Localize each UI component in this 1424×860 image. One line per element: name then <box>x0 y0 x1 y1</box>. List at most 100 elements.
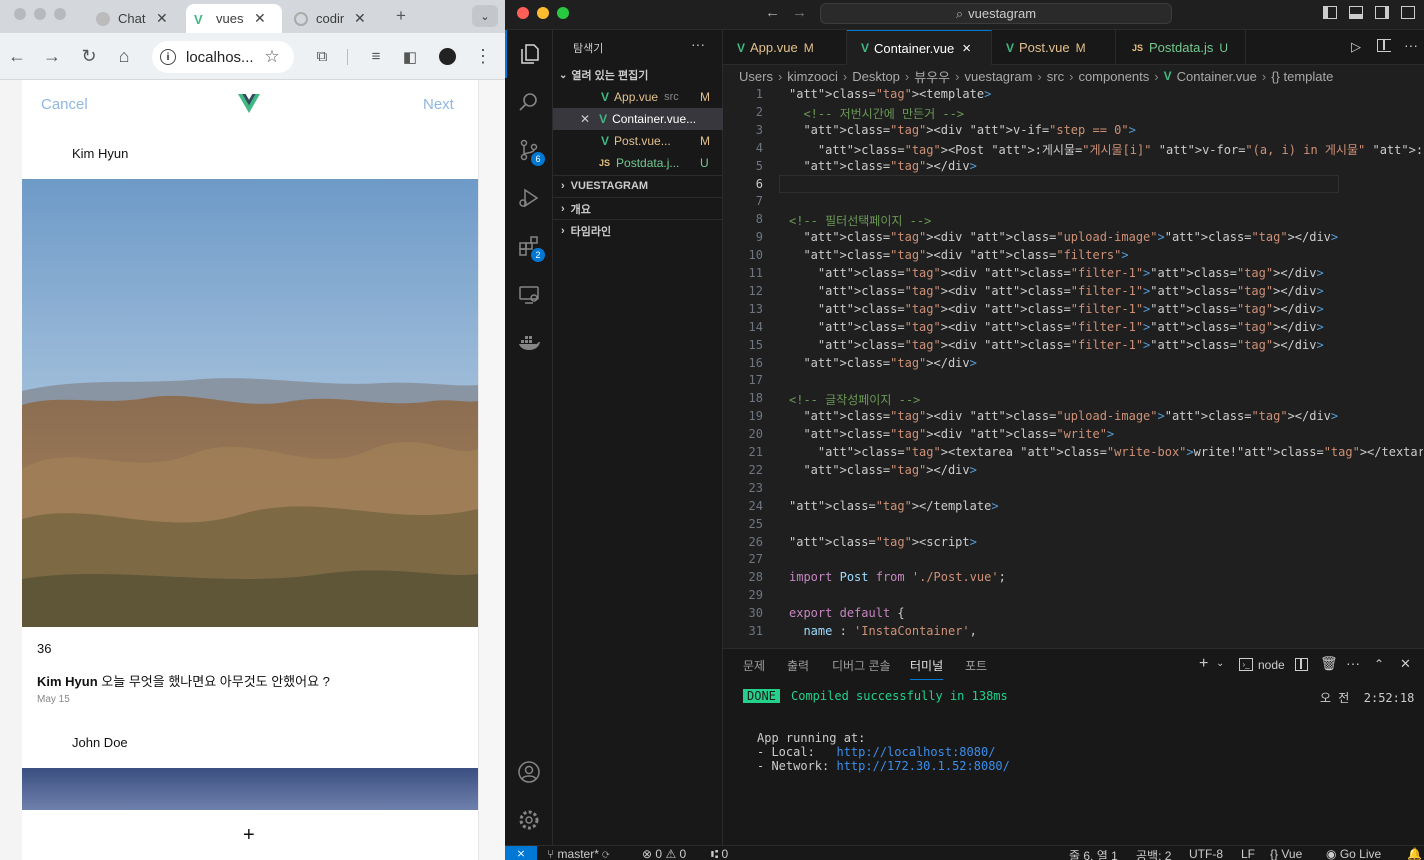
chevron-down-icon[interactable]: ⌄ <box>1216 658 1224 669</box>
network-url-link[interactable]: http://172.30.1.52:8080/ <box>836 759 1009 773</box>
command-center[interactable]: ⌕ vuestagram <box>820 3 1172 24</box>
remote-indicator-icon[interactable]: ⨯ <box>505 846 537 860</box>
breadcrumb-item[interactable]: vuestagram <box>965 69 1033 84</box>
cursor-position[interactable]: 줄 6, 열 1 <box>1069 847 1118 860</box>
add-post-button[interactable]: + <box>243 824 255 847</box>
more-actions-icon[interactable]: ··· <box>691 36 705 52</box>
home-icon[interactable]: ⌂ <box>112 33 136 80</box>
new-tab-button[interactable]: + <box>396 6 406 26</box>
run-debug-icon[interactable] <box>505 174 553 222</box>
notifications-bell-icon[interactable]: 🔔 <box>1407 847 1422 860</box>
vuestagram-folder-section[interactable]: › VUESTAGRAM <box>553 175 723 197</box>
go-live-button[interactable]: ◉ Go Live <box>1326 847 1381 860</box>
tab-problems[interactable]: 문제 <box>743 657 765 674</box>
toggle-secondary-sidebar-icon[interactable] <box>1375 6 1389 19</box>
browser-tab-strip: ChatG ✕ V vuest ✕ codin ✕ + ⌄ <box>0 0 505 33</box>
forward-icon[interactable]: → <box>40 33 64 80</box>
encoding[interactable]: UTF-8 <box>1189 847 1223 860</box>
extensions-icon[interactable]: ⧉ <box>310 33 334 80</box>
tab-debug-console[interactable]: 디버그 콘솔 <box>832 657 891 674</box>
explorer-icon[interactable] <box>505 30 553 78</box>
toggle-sidebar-icon[interactable] <box>1323 6 1337 19</box>
tab-ports[interactable]: 포트 <box>965 657 987 674</box>
terminal-shell-name[interactable]: node <box>1258 658 1285 672</box>
language-mode[interactable]: {} Vue <box>1270 847 1302 860</box>
close-tab-icon[interactable]: ✕ <box>156 10 168 27</box>
close-window-button[interactable] <box>517 7 529 19</box>
open-editor-item[interactable]: JS Postdata.j... U <box>553 152 723 174</box>
cancel-link[interactable]: Cancel <box>41 96 88 113</box>
code-editor[interactable]: 1 "att">class="tag"><template> 2 <!-- 저번시간… <box>723 86 1423 648</box>
remote-explorer-icon[interactable] <box>505 270 553 318</box>
run-icon[interactable]: ▷ <box>1351 39 1361 55</box>
close-icon[interactable]: ✕ <box>580 112 590 126</box>
new-terminal-icon[interactable]: + <box>1199 655 1208 673</box>
maximize-panel-icon[interactable]: ⌃ <box>1374 657 1384 671</box>
problems-indicator[interactable]: ⊗ 0 ⚠ 0 <box>642 847 686 860</box>
breadcrumb-item[interactable]: Users <box>739 69 773 84</box>
reading-list-icon[interactable]: ≡ <box>364 33 388 80</box>
bookmark-star-icon[interactable]: ☆ <box>260 33 284 80</box>
branch-indicator[interactable]: ⑂ master* ⟳ <box>547 847 609 860</box>
browser-tab-vuestagram[interactable]: V vuest ✕ <box>186 4 282 33</box>
ports-indicator[interactable]: ⑆ 0 <box>711 847 728 860</box>
browser-tab-coding[interactable]: codin ✕ <box>286 4 382 33</box>
browser-tab-chatgpt[interactable]: ChatG ✕ <box>88 4 184 33</box>
tab-app-vue[interactable]: V App.vue M <box>723 30 847 65</box>
trash-icon[interactable]: 🗑 <box>1320 655 1338 672</box>
tab-post-vue[interactable]: V Post.vue M <box>992 30 1116 65</box>
accounts-icon[interactable] <box>505 748 553 796</box>
breadcrumb-item[interactable]: src <box>1047 69 1064 84</box>
close-window-button[interactable] <box>14 8 26 20</box>
open-editors-section[interactable]: ⌄ 열려 있는 편집기 <box>553 64 723 86</box>
breadcrumb-item[interactable]: Container.vue <box>1177 69 1257 84</box>
zoom-window-button[interactable] <box>557 7 569 19</box>
nav-forward-icon[interactable]: → <box>792 4 807 21</box>
tab-search-icon[interactable]: ⌄ <box>472 5 498 27</box>
extensions-icon[interactable]: 2 <box>505 222 553 270</box>
tab-postdata-js[interactable]: JS Postdata.js U <box>1116 30 1246 65</box>
breadcrumb-item[interactable]: 뷰우우 <box>914 67 950 86</box>
outline-section[interactable]: › 개요 <box>553 197 723 219</box>
nav-back-icon[interactable]: ← <box>765 4 780 21</box>
open-editor-item[interactable]: V App.vue src M <box>553 86 723 108</box>
docker-icon[interactable] <box>505 318 553 366</box>
more-actions-icon[interactable]: ··· <box>1404 37 1418 53</box>
breadcrumb-item[interactable]: components <box>1078 69 1149 84</box>
open-editor-item-active[interactable]: ✕ V Container.vue... <box>553 108 723 130</box>
close-panel-icon[interactable]: ✕ <box>1400 656 1411 672</box>
open-editor-item[interactable]: V Post.vue... M <box>553 130 723 152</box>
settings-gear-icon[interactable] <box>505 796 553 844</box>
page-scrollbar[interactable] <box>478 80 505 860</box>
close-tab-icon[interactable]: ✕ <box>354 10 366 27</box>
more-menu-icon[interactable]: ⋮ <box>471 33 495 80</box>
toggle-panel-icon[interactable] <box>1349 6 1363 19</box>
tab-container-vue[interactable]: V Container.vue × <box>847 30 992 65</box>
timeline-section[interactable]: › 타임라인 <box>553 219 723 241</box>
end-of-line[interactable]: LF <box>1241 847 1255 860</box>
side-panel-icon[interactable]: ◧ <box>398 33 422 80</box>
source-control-icon[interactable]: 6 <box>505 126 553 174</box>
split-editor-icon[interactable] <box>1377 39 1391 52</box>
close-tab-icon[interactable]: ✕ <box>254 10 266 27</box>
breadcrumb-item[interactable]: Desktop <box>852 69 900 84</box>
indentation[interactable]: 공백: 2 <box>1136 847 1171 860</box>
tab-terminal[interactable]: 터미널 <box>910 657 944 680</box>
minimize-window-button[interactable] <box>537 7 549 19</box>
zoom-window-button[interactable] <box>54 8 66 20</box>
next-link[interactable]: Next <box>423 96 454 113</box>
site-info-icon[interactable]: i <box>160 49 176 65</box>
split-terminal-icon[interactable] <box>1295 658 1308 671</box>
local-url-link[interactable]: http://localhost:8080/ <box>836 745 995 759</box>
reload-icon[interactable]: ↻ <box>77 33 101 80</box>
close-tab-icon[interactable]: × <box>962 40 971 57</box>
customize-layout-icon[interactable] <box>1401 6 1415 19</box>
search-icon[interactable] <box>505 78 553 126</box>
minimize-window-button[interactable] <box>34 8 46 20</box>
back-icon[interactable]: ← <box>5 33 29 80</box>
tab-output[interactable]: 출력 <box>787 657 809 674</box>
profile-avatar[interactable] <box>437 46 458 67</box>
more-actions-icon[interactable]: ··· <box>1346 655 1360 671</box>
breadcrumb-item[interactable]: kimzooci <box>787 69 838 84</box>
breadcrumb-item[interactable]: {} template <box>1271 69 1333 84</box>
